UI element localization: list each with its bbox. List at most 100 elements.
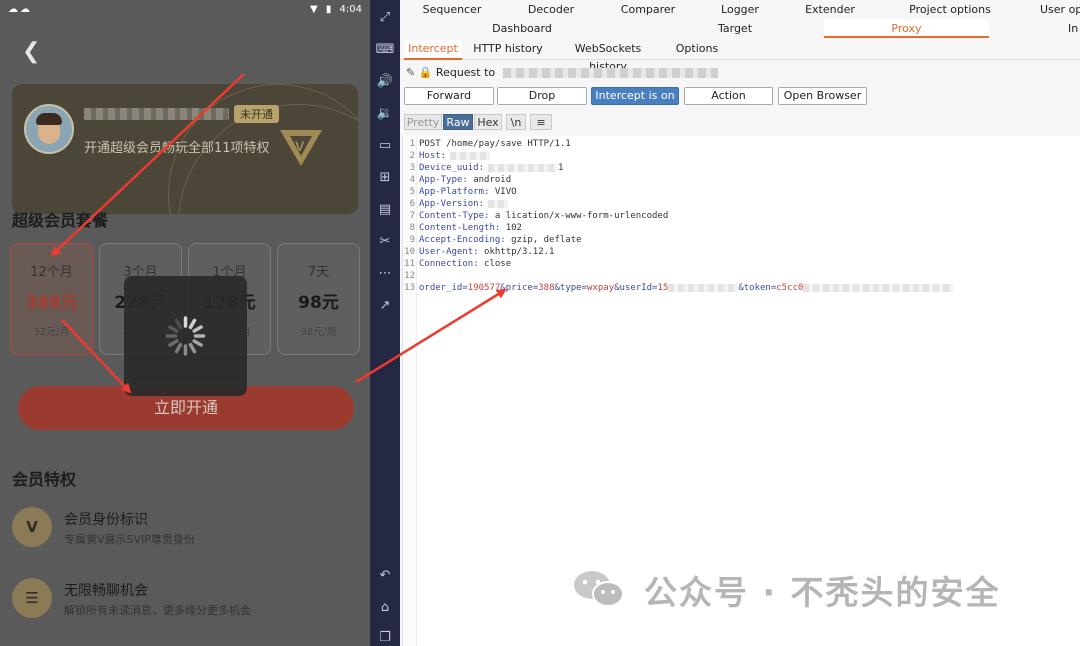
- wifi-icon: ▼: [309, 4, 318, 15]
- param-key: &type=: [554, 283, 588, 293]
- drop-button[interactable]: Drop: [497, 87, 587, 105]
- plan-price: 98元: [298, 293, 339, 313]
- phone-screen: ☁☁ ▼ ▮ 4:04 ❮ 未开通 开通超级会员畅玩全部11项特权 V 超级会员…: [0, 0, 370, 646]
- volume-down-icon[interactable]: 🔉: [375, 104, 395, 124]
- v-logo-icon: V: [280, 130, 322, 166]
- request-to-label: Request to: [435, 66, 496, 79]
- status-time: 4:04: [339, 4, 362, 15]
- header-line: 5 App-Platform: VIVO: [403, 186, 517, 198]
- hex-view-button[interactable]: Hex: [474, 114, 502, 130]
- open-browser-button[interactable]: Open Browser: [778, 87, 867, 105]
- header-line: 9 Accept-Encoding: gzip, deflate: [403, 234, 582, 246]
- line-number: 13: [404, 283, 415, 293]
- nav-back-icon[interactable]: ↶: [375, 566, 395, 586]
- back-chevron-icon[interactable]: ❮: [22, 38, 40, 66]
- chat-icon: ☰: [12, 578, 52, 618]
- newline-toggle-button[interactable]: \n: [506, 114, 526, 130]
- forward-button[interactable]: Forward: [404, 87, 494, 105]
- perk-item: V 会员身份标识 专属黄V展示SVIP尊贵身份: [12, 507, 358, 567]
- tab-target[interactable]: Target: [690, 19, 780, 38]
- blank-line: 12: [403, 270, 419, 282]
- plan-name: 7天: [307, 265, 330, 280]
- header-key: Accept-Encoding:: [419, 235, 506, 245]
- tab-proxy[interactable]: Proxy: [824, 19, 989, 38]
- line-number: 11: [404, 259, 415, 269]
- plan-card-7-days[interactable]: 7天 98元 98元/周: [277, 243, 360, 355]
- param-value: c5cc0: [776, 283, 804, 293]
- v-badge-icon: V: [12, 507, 52, 547]
- raw-view-button[interactable]: Raw: [443, 114, 473, 130]
- share-icon[interactable]: ↗: [375, 296, 395, 316]
- screen-icon[interactable]: ▭: [375, 136, 395, 156]
- header-line: 8 Content-Length: 102: [403, 222, 522, 234]
- header-key: User-Agent:: [419, 247, 479, 257]
- install-apk-icon[interactable]: ⊞: [375, 168, 395, 188]
- nav-recents-icon[interactable]: ❐: [375, 628, 395, 646]
- tab-logger[interactable]: Logger: [710, 0, 770, 19]
- perk-item: ☰ 无限畅聊机会 解锁所有未读消息，更多缘分更多机会: [12, 578, 358, 638]
- tab-user-options[interactable]: User op: [1040, 0, 1080, 19]
- header-value: close: [478, 259, 512, 269]
- plan-card-12-months[interactable]: 12个月 388元 32元/月: [10, 243, 93, 355]
- menu-icon[interactable]: ≡: [530, 114, 552, 130]
- perk-subtitle: 解锁所有未读消息，更多缘分更多机会: [64, 604, 251, 617]
- redacted-value: [450, 151, 491, 160]
- volume-up-icon[interactable]: 🔊: [375, 72, 395, 92]
- tab-intercept[interactable]: Intercept: [404, 40, 462, 60]
- tab-intruder[interactable]: In: [1068, 19, 1080, 38]
- param-key: &token=: [738, 283, 777, 293]
- burp-suite-window: Sequencer Decoder Comparer Logger Extend…: [400, 0, 1080, 646]
- header-key: App-Type:: [419, 175, 468, 185]
- tab-comparer[interactable]: Comparer: [618, 0, 678, 19]
- tab-project-options[interactable]: Project options: [900, 0, 1000, 19]
- header-line: 11 Connection: close: [403, 258, 511, 270]
- emulator-toolbar: ⤢ ⌨ 🔊 🔉 ▭ ⊞ ▤ ✂ ⋯ ↗ ↶ ⌂ ❐: [370, 0, 400, 646]
- tab-decoder[interactable]: Decoder: [521, 0, 581, 19]
- more-icon[interactable]: ⋯: [375, 264, 395, 284]
- loading-overlay: [124, 276, 247, 396]
- header-key: App-Platform:: [419, 187, 490, 197]
- watermark-text: 公众号 · 不秃头的安全: [644, 573, 1001, 612]
- scissors-icon[interactable]: ✂: [375, 232, 395, 252]
- perk-icon-glyph: V: [26, 518, 38, 536]
- action-button[interactable]: Action: [684, 87, 773, 105]
- expand-icon[interactable]: ⤢: [375, 8, 395, 28]
- tab-websockets-history[interactable]: WebSockets history: [556, 40, 660, 73]
- perk-title: 会员身份标识: [64, 512, 148, 528]
- header-value: okhttp/3.12.1: [478, 247, 555, 257]
- pretty-view-button[interactable]: Pretty: [404, 114, 442, 130]
- line-number: 8: [409, 223, 415, 233]
- blurred-host: [502, 68, 718, 78]
- tab-extender[interactable]: Extender: [800, 0, 860, 19]
- tab-http-history[interactable]: HTTP history: [472, 40, 544, 60]
- line-number: 4: [409, 175, 415, 185]
- body-line: 13 order_id=190577&price=388&type=wxpay&u…: [403, 282, 954, 294]
- line-number: 1: [409, 139, 415, 149]
- header-key: Device_uuid:: [419, 163, 485, 173]
- keyboard-icon[interactable]: ⌨: [375, 40, 395, 60]
- avatar-hair: [36, 113, 62, 125]
- status-bar: ☁☁ ▼ ▮ 4:04: [0, 0, 370, 20]
- pencil-icon[interactable]: ✎: [406, 66, 415, 79]
- line-number: 7: [409, 211, 415, 221]
- perk-icon-glyph: ☰: [25, 589, 39, 607]
- intercept-toggle-button[interactable]: Intercept is on: [591, 87, 679, 105]
- line-number: 3: [409, 163, 415, 173]
- plan-unit-price: 32元/月: [33, 327, 70, 338]
- multi-window-icon[interactable]: ▤: [375, 200, 395, 220]
- nav-home-icon[interactable]: ⌂: [375, 598, 395, 618]
- tab-dashboard[interactable]: Dashboard: [480, 19, 564, 38]
- tab-sequencer[interactable]: Sequencer: [422, 0, 482, 19]
- param-value: wxpay: [587, 283, 615, 293]
- param-key: order_id=: [419, 283, 468, 293]
- header-line: 4 App-Type: android: [403, 174, 512, 186]
- request-target-line: ✎ 🔒 Request to: [406, 66, 718, 82]
- tab-options[interactable]: Options: [670, 40, 724, 60]
- proxy-sub-tabs: Intercept HTTP history WebSockets histor…: [400, 40, 1080, 73]
- plan-name: 12个月: [30, 265, 73, 280]
- avatar[interactable]: [24, 104, 74, 154]
- header-line: 2 Host:: [403, 150, 491, 162]
- wechat-logo-icon: [574, 571, 624, 607]
- plan-unit-price: 98元/周: [300, 327, 337, 338]
- request-line: 1 POST /home/pay/save HTTP/1.1: [403, 138, 571, 150]
